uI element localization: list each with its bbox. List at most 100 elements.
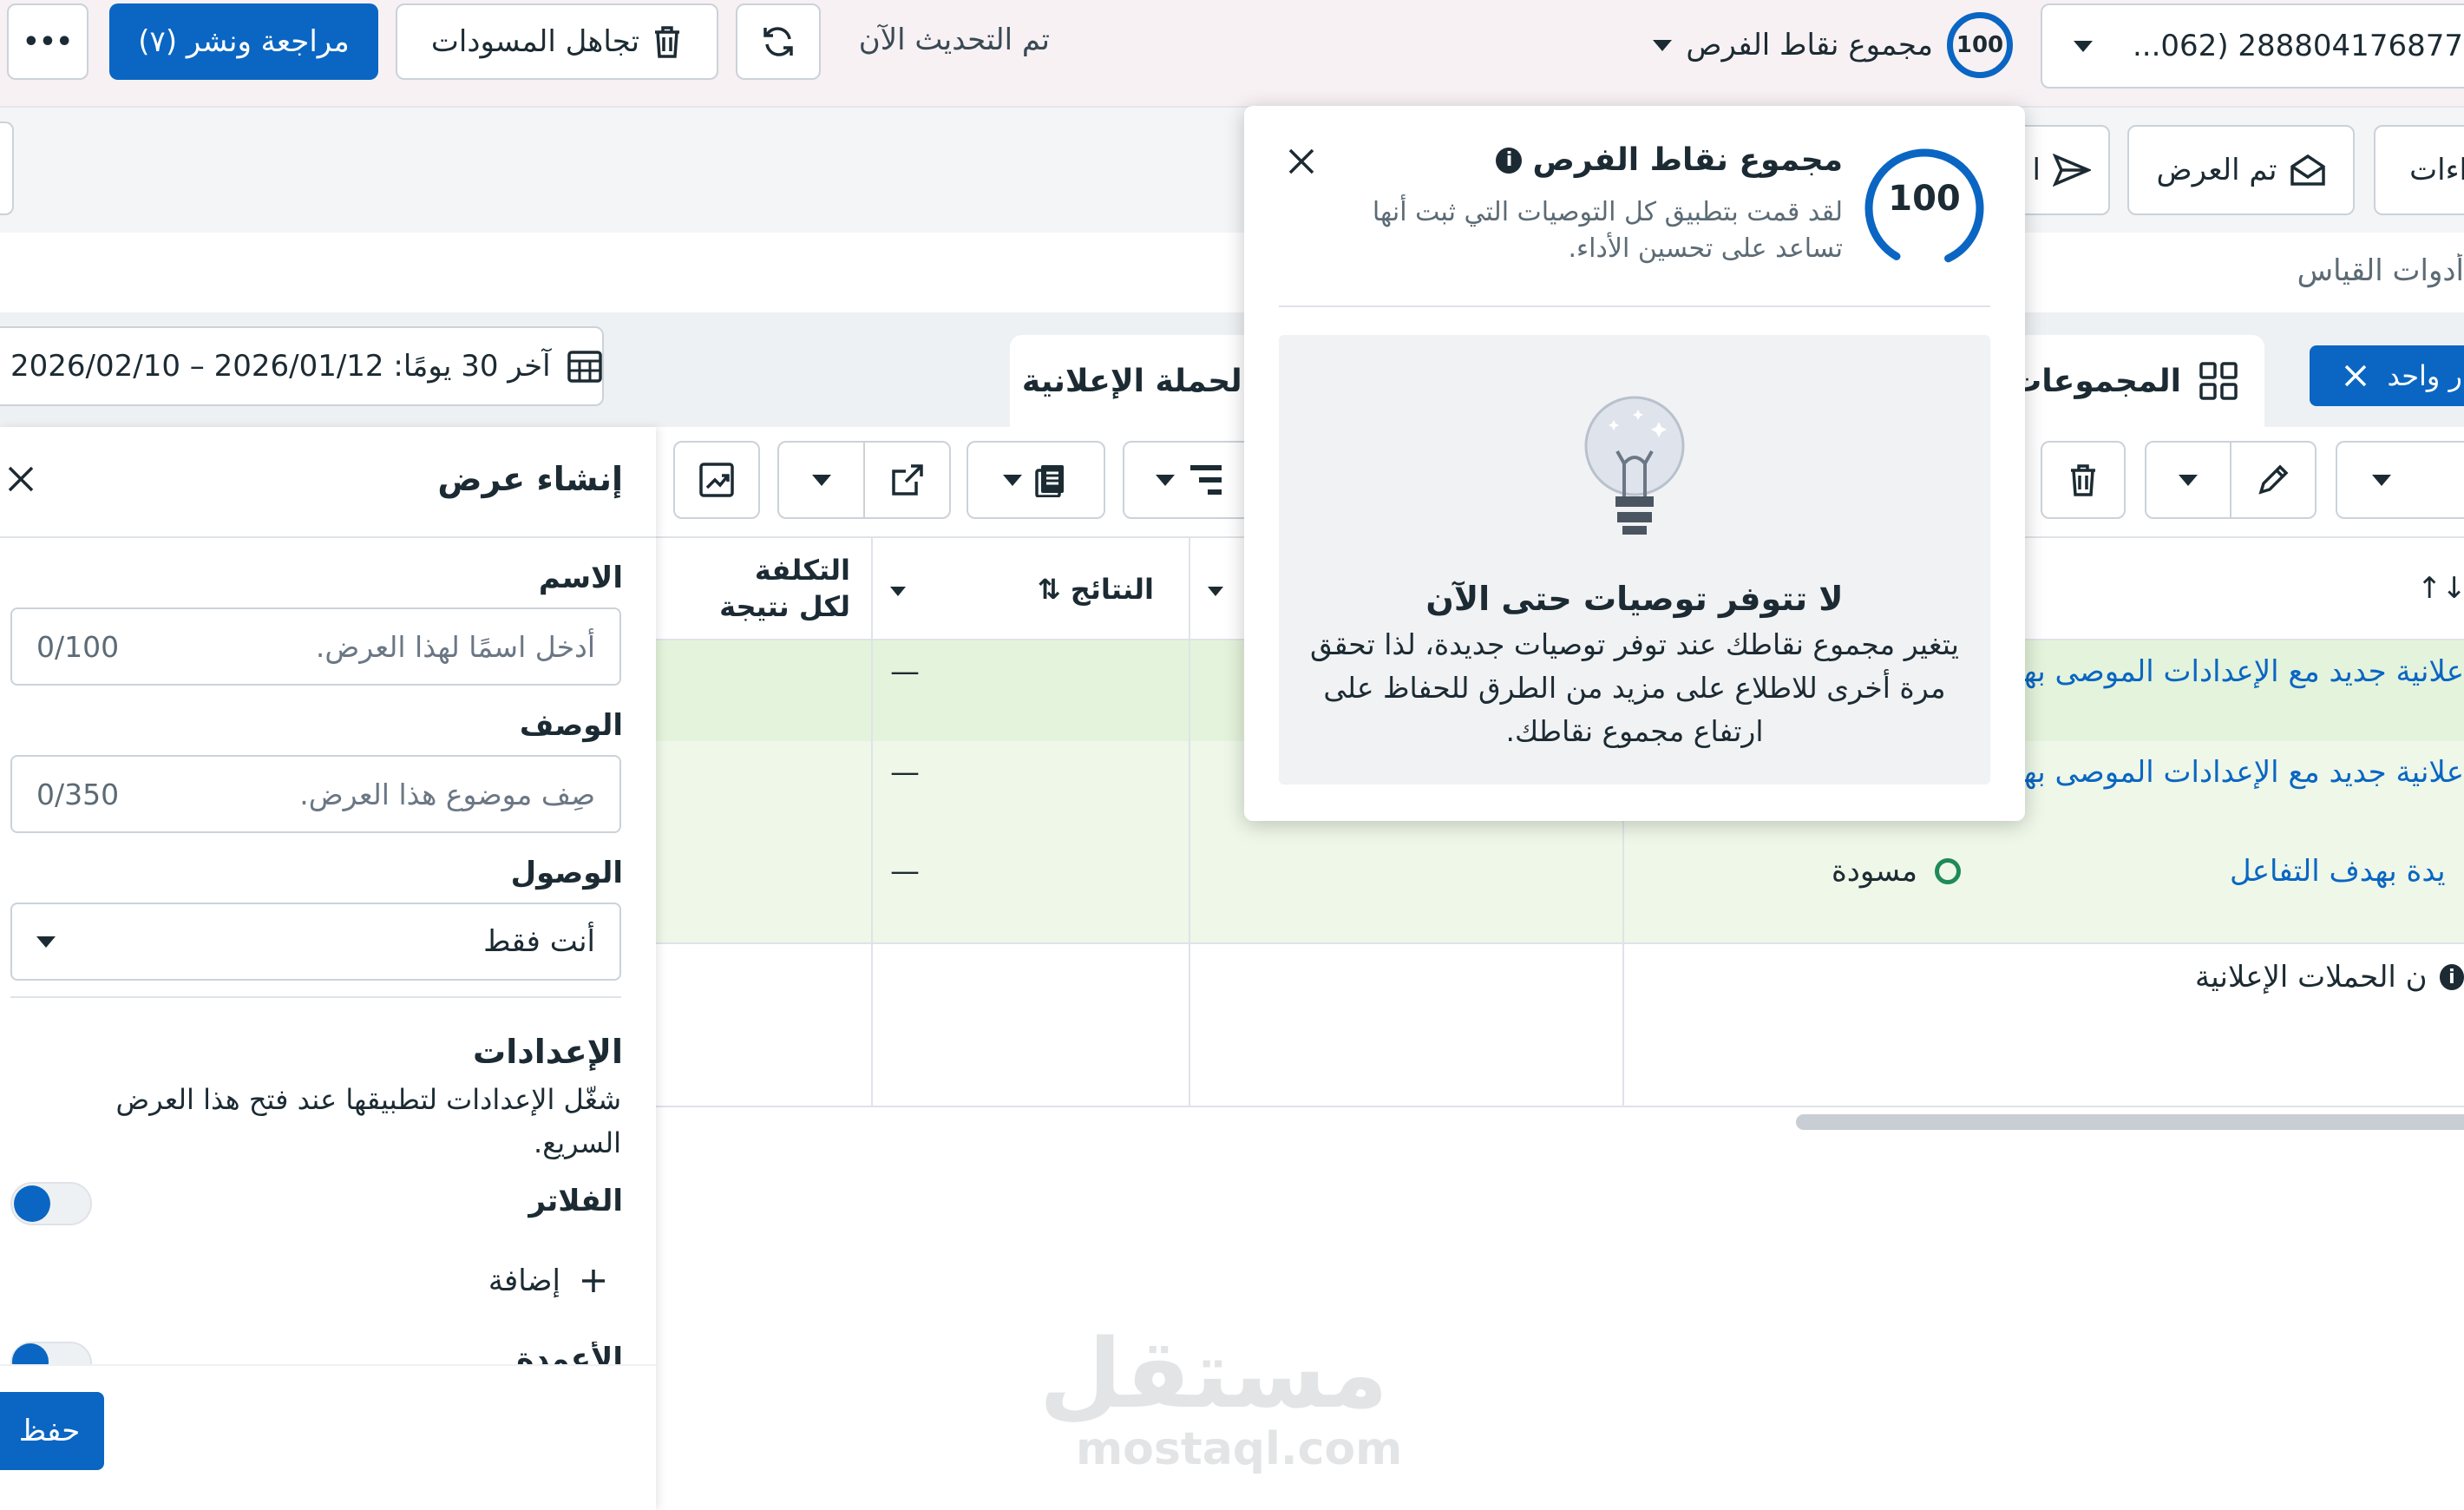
date-range-label: آخر 30 يومًا: 2026/01/12 – 2026/02/10 [10,349,551,384]
measure-tools-link[interactable]: أدوات القياس [2186,253,2464,288]
access-select[interactable]: أنت فقط [10,903,621,981]
table-footer-summary: i ن الحملات الإعلانية [2195,960,2464,995]
col-divider [1189,536,1190,1106]
selected-chip[interactable]: ر واحد [2310,345,2464,406]
columns-label: الأعمدة [516,1342,623,1364]
more-actions-dropdown[interactable] [2336,441,2464,519]
description-label: الوصف [519,708,623,743]
edit-dropdown[interactable] [2145,441,2317,519]
access-value: أنت فقط [483,924,595,959]
close-icon[interactable] [1288,148,1315,175]
add-label: إضافة [488,1264,560,1298]
tab-campaign-label: الحملة الإعلانية [1021,363,1253,399]
chart-button[interactable] [673,441,760,519]
row-campaign-link[interactable]: يدة بهدف التفاعل [2230,854,2464,889]
filters-label: الفلاتر [528,1184,623,1218]
chevron-down-icon [1653,39,1673,51]
save-label: حفظ [18,1414,81,1448]
toolbar-left-edge[interactable] [0,121,14,215]
columns-toggle[interactable] [10,1342,92,1364]
calendar-grid-icon [567,348,603,384]
chevron-down-icon [2074,40,2093,52]
chevron-down-icon [2146,474,2230,486]
refresh-icon [761,24,796,59]
draft-status: مسودة [1805,854,1961,889]
more-button[interactable]: ••• [7,3,88,80]
popup-divider [1279,305,1990,307]
chevron-down-icon [2372,474,2391,486]
ignore-drafts-button[interactable]: تجاهل المسودات [396,3,718,80]
settings-description: شغّل الإعدادات لتطبيقها عند فتح هذا العر… [115,1083,622,1159]
actions-label: اءات [2409,153,2464,187]
chevron-down-icon [36,936,56,948]
empty-state-description: يتغير مجموع نقاطك عند توفر توصيات جديدة،… [1310,627,1959,748]
delete-button[interactable] [2041,441,2126,519]
trash-icon [2068,463,2099,497]
name-input[interactable]: أدخل اسمًا لهذا العرض. 0/100 [10,607,621,686]
settings-title: الإعدادات [473,1033,623,1071]
date-range-picker[interactable]: آخر 30 يومًا: 2026/01/12 – 2026/02/10 [0,326,604,406]
sent-label: ا [2032,153,2041,187]
section-divider [10,996,621,998]
trend-chart-icon [698,462,735,498]
row-divider [656,942,2464,944]
send-icon [2053,153,2091,187]
account-selector[interactable]: ...062) 2888041768770 [2041,3,2464,89]
add-filter-button[interactable]: إضافة [416,1264,607,1298]
reports-icon [1034,463,1069,497]
col-name-sort[interactable]: ↑↓ [2417,571,2464,606]
access-label: الوصول [510,856,623,890]
results-label: النتائج [1070,573,1154,606]
export-dropdown[interactable] [777,441,951,519]
chevron-down-icon [1208,587,1223,596]
description-placeholder: صِف موضوع هذا العرض. [299,777,595,811]
updated-status: تم التحديث الآن [858,23,1050,57]
col-header-cost[interactable]: التكلفة لكل نتيجة [694,552,850,625]
col-cost-sort-dropdown[interactable] [890,583,906,600]
popup-description: لقد قمت بتطبيق كل التوصيات التي ثبت أنها… [1372,197,1843,264]
draft-ring-icon [1935,858,1961,884]
row-cost: — [890,654,920,689]
description-char-count: 0/350 [36,777,120,811]
save-button[interactable]: حفظ [0,1392,104,1470]
tab-campaign[interactable]: الحملة الإعلانية [1010,335,1270,427]
opportunity-score-dropdown[interactable]: 100 مجموع نقاط الفرص [1614,10,2013,80]
sort-icon: ⇅ [1037,573,1061,606]
horizontal-scrollbar[interactable] [1796,1114,2464,1130]
toggle-knob [14,1185,50,1222]
name-label: الاسم [538,561,623,595]
close-icon[interactable] [2343,364,2368,388]
actions-button[interactable]: اءات [2374,125,2464,215]
filters-toggle[interactable] [10,1182,92,1225]
close-icon[interactable] [7,465,35,493]
review-publish-button[interactable]: مراجعة ونشر (٧) [109,3,378,80]
description-input[interactable]: صِف موضوع هذا العرض. 0/350 [10,755,621,833]
chevron-down-icon [1156,474,1175,486]
col-header-results[interactable]: النتائج ⇅ [1024,573,1154,606]
draft-status-label: مسودة [1831,854,1917,889]
table-footer-label: ن الحملات الإعلانية [2195,960,2428,995]
trash-icon [652,24,683,59]
reports-dropdown[interactable] [967,441,1105,519]
row-campaign-link[interactable]: علانية جديد مع الإعدادات الموصى بها [2022,755,2464,790]
export-icon [865,463,949,497]
measure-strip [0,233,2464,312]
col-results-sort-dropdown[interactable] [1208,583,1223,600]
plus-icon [580,1267,607,1295]
viewed-button[interactable]: تم العرض [2127,125,2355,215]
popup-score-value: 100 [1888,179,1961,219]
grid-icon [2199,361,2238,401]
name-placeholder: أدخل اسمًا لهذا العرض. [315,629,595,664]
ignore-drafts-label: تجاهل المسودات [430,24,640,59]
col-divider [871,536,873,1106]
columns-dropdown[interactable] [1123,441,1253,519]
row-campaign-link[interactable]: علانية جديد مع الإعدادات الموصى بها [2022,654,2464,689]
watermark-logo: مستقل [1039,1318,1388,1429]
row-divider [656,1106,2464,1107]
refresh-button[interactable] [736,3,821,80]
panel-title: إنشاء عرض [437,460,623,498]
popup-title-label: مجموع نقاط الفرص [1532,142,1843,178]
selected-chip-label: ر واحد [2387,359,2462,392]
chevron-down-icon [890,587,906,596]
name-char-count: 0/100 [36,629,120,664]
